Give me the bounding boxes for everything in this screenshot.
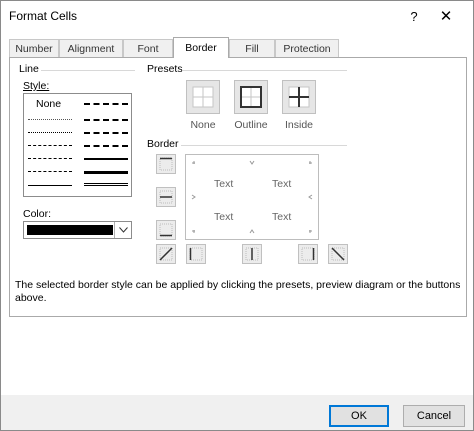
tab-alignment[interactable]: Alignment: [59, 39, 123, 57]
preset-outline-icon: [240, 86, 262, 108]
tab-strip: Number Alignment Font Border Fill Protec…: [9, 37, 465, 58]
line-style-medium-dash-dot-dot[interactable]: [84, 103, 128, 105]
tab-fill[interactable]: Fill: [229, 39, 275, 57]
line-style-medium-dashed[interactable]: [84, 145, 128, 147]
line-style-list: None: [23, 93, 132, 197]
cancel-button[interactable]: Cancel: [403, 405, 465, 427]
line-style-dashed[interactable]: [28, 171, 72, 172]
preset-outline-label: Outline: [234, 119, 268, 131]
line-style-double[interactable]: [84, 183, 128, 186]
line-style-dash-dot[interactable]: [28, 158, 72, 159]
preset-none-label: None: [190, 119, 216, 131]
line-style-medium[interactable]: [84, 158, 128, 160]
border-bottom-icon: [159, 223, 173, 237]
preset-none-icon: [192, 86, 214, 108]
border-group-label: Border: [147, 138, 179, 150]
border-inside-horizontal-icon: [159, 190, 173, 204]
border-inside-vertical-button[interactable]: [242, 244, 262, 264]
border-left-button[interactable]: [186, 244, 206, 264]
line-style-dotted[interactable]: [28, 132, 72, 133]
presets-group-label: Presets: [147, 63, 183, 75]
border-inside-horizontal-button[interactable]: [156, 187, 176, 207]
preview-text-top-left: Text: [214, 178, 234, 190]
border-top-icon: [159, 157, 173, 171]
preset-inside-button[interactable]: [282, 80, 316, 114]
title-bar: Format Cells ? ✕: [1, 1, 473, 31]
border-right-icon: [301, 247, 315, 261]
preset-outline-button[interactable]: [234, 80, 268, 114]
line-group-label: Line: [19, 63, 39, 75]
tab-border[interactable]: Border: [173, 37, 229, 58]
border-top-button[interactable]: [156, 154, 176, 174]
line-group-divider: [41, 70, 135, 71]
color-label: Color:: [23, 208, 52, 220]
line-style-hair[interactable]: [28, 119, 72, 120]
border-help-text: The selected border style can be applied…: [15, 279, 461, 304]
line-style-slant-dash-dot[interactable]: [84, 119, 128, 121]
line-style-thin[interactable]: [28, 185, 72, 186]
preset-none-button[interactable]: [186, 80, 220, 114]
line-style-none[interactable]: None: [36, 98, 61, 110]
border-inside-vertical-icon: [245, 247, 259, 261]
border-preview[interactable]: Text Text Text Text: [185, 154, 319, 240]
chevron-down-icon[interactable]: [114, 222, 131, 238]
preview-text-top-right: Text: [272, 178, 292, 190]
line-style-dash-dot-dot[interactable]: [28, 145, 72, 146]
color-picker[interactable]: [23, 221, 132, 239]
border-diagonal-down-button[interactable]: [328, 244, 348, 264]
preview-corner-markers: [191, 160, 313, 234]
border-diagonal-down-icon: [331, 247, 345, 261]
line-style-medium-dash-dot[interactable]: [84, 132, 128, 134]
border-group-divider: [181, 145, 347, 146]
border-diagonal-up-button[interactable]: [156, 244, 176, 264]
tab-font[interactable]: Font: [123, 39, 173, 57]
presets-group-divider: [183, 70, 347, 71]
color-swatch: [27, 225, 113, 235]
preview-text-bottom-left: Text: [214, 211, 234, 223]
tab-number[interactable]: Number: [9, 39, 59, 57]
preview-text-bottom-right: Text: [272, 211, 292, 223]
ok-button[interactable]: OK: [329, 405, 389, 427]
border-left-icon: [189, 247, 203, 261]
preset-inside-label: Inside: [284, 119, 314, 131]
style-label: Style:: [23, 80, 50, 92]
close-button[interactable]: ✕: [431, 4, 461, 28]
preset-inside-icon: [288, 86, 310, 108]
window-title: Format Cells: [9, 9, 78, 23]
border-right-button[interactable]: [298, 244, 318, 264]
format-cells-dialog: Format Cells ? ✕ Number Alignment Font B…: [0, 0, 474, 431]
help-button[interactable]: ?: [399, 4, 429, 28]
tab-protection[interactable]: Protection: [275, 39, 339, 57]
line-style-thick[interactable]: [84, 171, 128, 174]
border-bottom-button[interactable]: [156, 220, 176, 240]
border-diagonal-up-icon: [159, 247, 173, 261]
